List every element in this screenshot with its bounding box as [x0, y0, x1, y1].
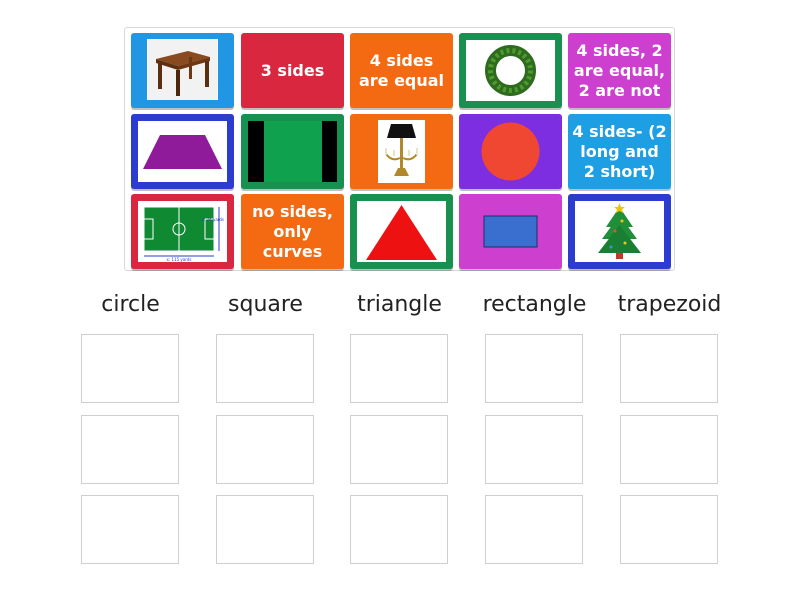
- tile-red-circle[interactable]: [459, 114, 562, 189]
- drop-slot-trapezoid-2[interactable]: [620, 415, 718, 484]
- tile-4-sides-equal[interactable]: 4 sides are equal: [350, 33, 453, 108]
- tile-red-triangle[interactable]: [350, 194, 453, 269]
- christmas-tree-icon: [575, 201, 664, 262]
- tile-blue-rectangle[interactable]: [459, 194, 562, 269]
- tile-no-sides[interactable]: no sides, only curves: [241, 194, 344, 269]
- drop-slot-square-3[interactable]: [216, 495, 314, 564]
- drop-slot-trapezoid-1[interactable]: [620, 334, 718, 403]
- table-icon: [147, 39, 218, 100]
- column-title-rectangle: rectangle: [482, 292, 587, 317]
- tile-soccer-field[interactable]: x: 74 yards x: 115 yards: [131, 194, 234, 269]
- card-tray: 3 sides 4 sides are equal 4 sides, 2 are…: [124, 27, 675, 271]
- tile-4-sides-2-long-2-short[interactable]: 4 sides- (2 long and 2 short): [568, 114, 671, 189]
- field-side-label: x: 74 yards: [202, 217, 224, 222]
- drop-slot-rectangle-3[interactable]: [485, 495, 583, 564]
- drop-slot-circle-2[interactable]: [81, 415, 179, 484]
- tile-christmas-tree[interactable]: [568, 194, 671, 269]
- column-title-triangle: triangle: [357, 292, 442, 317]
- drop-slot-trapezoid-3[interactable]: [620, 495, 718, 564]
- drop-slot-triangle-1[interactable]: [350, 334, 448, 403]
- field-bottom-label: x: 115 yards: [167, 257, 192, 262]
- wreath-icon: [466, 40, 555, 101]
- tile-label: no sides, only curves: [252, 201, 333, 261]
- blue-rectangle-shape: [483, 215, 538, 248]
- soccer-field-icon: x: 74 yards x: 115 yards: [138, 201, 227, 262]
- drop-slot-triangle-3[interactable]: [350, 495, 448, 564]
- red-triangle-shape: [357, 201, 446, 262]
- drop-slot-circle-3[interactable]: [81, 495, 179, 564]
- drop-slot-rectangle-2[interactable]: [485, 415, 583, 484]
- trapezoid-shape: [138, 121, 227, 182]
- tile-label: 4 sides, 2 are equal, 2 are not: [573, 40, 666, 100]
- tile-green-square[interactable]: [241, 114, 344, 189]
- column-title-trapezoid: trapezoid: [617, 292, 722, 317]
- column-title-circle: circle: [101, 292, 160, 317]
- drop-slot-circle-1[interactable]: [81, 334, 179, 403]
- green-square-shape: [248, 121, 337, 182]
- tile-table[interactable]: [131, 33, 234, 108]
- tile-label: 4 sides- (2 long and 2 short): [572, 121, 667, 181]
- drop-slot-triangle-2[interactable]: [350, 415, 448, 484]
- candelabra-lamp-icon: [378, 120, 425, 183]
- tile-label: 4 sides are equal: [358, 50, 445, 90]
- tile-candelabra[interactable]: [350, 114, 453, 189]
- tile-4-sides-2-equal[interactable]: 4 sides, 2 are equal, 2 are not: [568, 33, 671, 108]
- tile-wreath[interactable]: [459, 33, 562, 108]
- red-circle-shape: [481, 122, 540, 181]
- column-title-square: square: [228, 292, 303, 317]
- tile-3-sides[interactable]: 3 sides: [241, 33, 344, 108]
- drop-slot-rectangle-1[interactable]: [485, 334, 583, 403]
- tile-label: 3 sides: [260, 60, 325, 80]
- drop-slot-square-2[interactable]: [216, 415, 314, 484]
- drop-slot-square-1[interactable]: [216, 334, 314, 403]
- tile-trapezoid[interactable]: [131, 114, 234, 189]
